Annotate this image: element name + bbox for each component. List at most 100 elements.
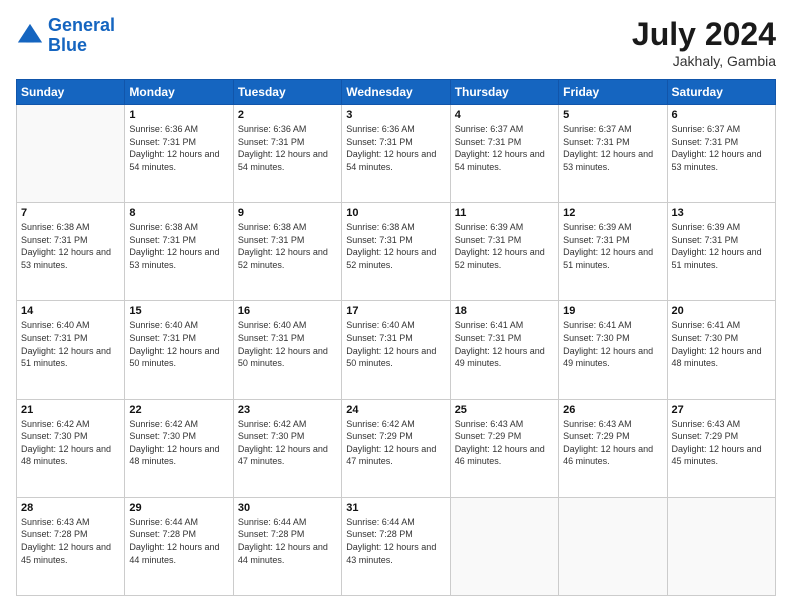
sunrise-text: Sunrise: 6:39 AM	[563, 222, 632, 232]
calendar-week-row: 14 Sunrise: 6:40 AM Sunset: 7:31 PM Dayligh…	[17, 301, 776, 399]
sunrise-text: Sunrise: 6:44 AM	[346, 517, 415, 527]
daylight-text: Daylight: 12 hours and 48 minutes.	[21, 444, 111, 467]
cell-info: Sunrise: 6:41 AMSunset: 7:30 PMDaylight:…	[563, 319, 662, 369]
sunrise-text: Sunrise: 6:40 AM	[129, 320, 198, 330]
sunrise-text: Sunrise: 6:43 AM	[21, 517, 90, 527]
table-row: 30Sunrise: 6:44 AMSunset: 7:28 PMDayligh…	[233, 497, 341, 595]
daylight-text: Daylight: 12 hours and 50 minutes.	[129, 346, 219, 369]
sunset-text: Sunset: 7:28 PM	[129, 529, 196, 539]
calendar-week-row: 7Sunrise: 6:38 AMSunset: 7:31 PMDaylight…	[17, 203, 776, 301]
table-row: 26 Sunrise: 6:43 AM Sunset: 7:29 PM Dayligh…	[559, 399, 667, 497]
day-number: 10	[346, 207, 445, 219]
cell-info: Sunrise: 6:43 AMSunset: 7:28 PMDaylight:…	[21, 516, 120, 566]
day-number: 22	[129, 404, 228, 416]
table-row: 31Sunrise: 6:44 AMSunset: 7:28 PMDayligh…	[342, 497, 450, 595]
day-number: 6	[672, 109, 771, 121]
cell-info: Sunrise: 6:42 AMSunset: 7:30 PMDaylight:…	[129, 418, 228, 468]
cell-info: Sunrise: 6:36 AMSunset: 7:31 PMDaylight:…	[346, 123, 445, 173]
location: Jakhaly, Gambia	[632, 53, 776, 69]
day-number: 16	[238, 305, 337, 317]
header: General Blue July 2024 Jakhaly, Gambia	[16, 16, 776, 69]
sunrise-text: Sunrise: 6:41 AM	[455, 320, 524, 330]
cell-info: Sunrise: 6:37 AMSunset: 7:31 PMDaylight:…	[563, 123, 662, 173]
table-row: 4Sunrise: 6:37 AMSunset: 7:31 PMDaylight…	[450, 105, 558, 203]
daylight-text: Daylight: 12 hours and 54 minutes.	[455, 149, 545, 172]
table-row: 29Sunrise: 6:44 AMSunset: 7:28 PMDayligh…	[125, 497, 233, 595]
day-number: 27	[672, 404, 771, 416]
col-sunday: Sunday	[17, 80, 125, 105]
month-year: July 2024	[632, 16, 776, 53]
logo: General Blue	[16, 16, 115, 56]
logo-line1: General	[48, 15, 115, 35]
table-row	[559, 497, 667, 595]
daylight-text: Daylight: 12 hours and 43 minutes.	[346, 542, 436, 565]
sunset-text: Sunset: 7:29 PM	[563, 431, 630, 441]
sunrise-text: Sunrise: 6:40 AM	[238, 320, 307, 330]
daylight-text: Daylight: 12 hours and 45 minutes.	[672, 444, 762, 467]
cell-info: Sunrise: 6:39 AMSunset: 7:31 PMDaylight:…	[455, 221, 554, 271]
sunrise-text: Sunrise: 6:44 AM	[238, 517, 307, 527]
table-row: 27Sunrise: 6:43 AMSunset: 7:29 PMDayligh…	[667, 399, 775, 497]
sunrise-text: Sunrise: 6:36 AM	[346, 124, 415, 134]
day-number: 4	[455, 109, 554, 121]
table-row: 15 Sunrise: 6:40 AM Sunset: 7:31 PM Dayligh…	[125, 301, 233, 399]
day-number: 1	[129, 109, 228, 121]
sunrise-text: Sunrise: 6:43 AM	[455, 419, 524, 429]
day-number: 26	[563, 404, 662, 416]
sunrise-text: Sunrise: 6:43 AM	[563, 419, 632, 429]
sunrise-text: Sunrise: 6:44 AM	[129, 517, 198, 527]
daylight-text: Daylight: 12 hours and 46 minutes.	[563, 444, 653, 467]
day-number: 14	[21, 305, 120, 317]
sunset-text: Sunset: 7:31 PM	[129, 333, 196, 343]
sunset-text: Sunset: 7:30 PM	[129, 431, 196, 441]
daylight-text: Daylight: 12 hours and 47 minutes.	[346, 444, 436, 467]
daylight-text: Daylight: 12 hours and 52 minutes.	[238, 247, 328, 270]
daylight-text: Daylight: 12 hours and 51 minutes.	[563, 247, 653, 270]
table-row: 16Sunrise: 6:40 AMSunset: 7:31 PMDayligh…	[233, 301, 341, 399]
table-row: 19 Sunrise: 6:41 AMSunset: 7:30 PMDayligh…	[559, 301, 667, 399]
table-row: 24Sunrise: 6:42 AMSunset: 7:29 PMDayligh…	[342, 399, 450, 497]
cell-info: Sunrise: 6:42 AMSunset: 7:30 PMDaylight:…	[21, 418, 120, 468]
sunset-text: Sunset: 7:30 PM	[672, 333, 739, 343]
cell-info: Sunrise: 6:38 AMSunset: 7:31 PMDaylight:…	[346, 221, 445, 271]
sunset-text: Sunset: 7:31 PM	[129, 235, 196, 245]
sunset-text: Sunset: 7:31 PM	[672, 137, 739, 147]
cell-info: Sunrise: 6:42 AMSunset: 7:29 PMDaylight:…	[346, 418, 445, 468]
table-row: 2Sunrise: 6:36 AMSunset: 7:31 PMDaylight…	[233, 105, 341, 203]
daylight-text: Daylight: 12 hours and 51 minutes.	[672, 247, 762, 270]
daylight-text: Daylight: 12 hours and 52 minutes.	[455, 247, 545, 270]
day-number: 15	[129, 305, 228, 317]
table-row: 10 Sunrise: 6:38 AMSunset: 7:31 PMDayligh…	[342, 203, 450, 301]
daylight-text: Daylight: 12 hours and 54 minutes.	[238, 149, 328, 172]
sunrise-text: Sunrise: 6:36 AM	[238, 124, 307, 134]
sunset-text: Sunset: 7:31 PM	[238, 137, 305, 147]
sunset-text: Sunset: 7:28 PM	[346, 529, 413, 539]
day-number: 19	[563, 305, 662, 317]
daylight-text: Daylight: 12 hours and 49 minutes.	[455, 346, 545, 369]
cell-info: Sunrise: 6:38 AMSunset: 7:31 PMDaylight:…	[129, 221, 228, 271]
table-row: 18Sunrise: 6:41 AMSunset: 7:31 PMDayligh…	[450, 301, 558, 399]
sunset-text: Sunset: 7:29 PM	[346, 431, 413, 441]
table-row: 11Sunrise: 6:39 AMSunset: 7:31 PMDayligh…	[450, 203, 558, 301]
sunset-text: Sunset: 7:31 PM	[455, 333, 522, 343]
sunset-text: Sunset: 7:31 PM	[455, 235, 522, 245]
day-number: 23	[238, 404, 337, 416]
cell-info: Sunrise: 6:44 AMSunset: 7:28 PMDaylight:…	[129, 516, 228, 566]
cell-info: Sunrise: 6:36 AMSunset: 7:31 PMDaylight:…	[129, 123, 228, 173]
day-number: 20	[672, 305, 771, 317]
daylight-text: Daylight: 12 hours and 52 minutes.	[346, 247, 436, 270]
daylight-text: Daylight: 12 hours and 47 minutes.	[238, 444, 328, 467]
calendar-week-row: 1Sunrise: 6:36 AMSunset: 7:31 PMDaylight…	[17, 105, 776, 203]
day-number: 28	[21, 502, 120, 514]
daylight-text: Daylight: 12 hours and 45 minutes.	[21, 542, 111, 565]
sunrise-text: Sunrise: 6:41 AM	[563, 320, 632, 330]
day-number: 21	[21, 404, 120, 416]
sunset-text: Sunset: 7:31 PM	[346, 333, 413, 343]
daylight-text: Daylight: 12 hours and 46 minutes.	[455, 444, 545, 467]
daylight-text: Daylight: 12 hours and 50 minutes.	[238, 346, 328, 369]
daylight-text: Daylight: 12 hours and 54 minutes.	[129, 149, 219, 172]
sunrise-text: Sunrise: 6:38 AM	[21, 222, 90, 232]
sunset-text: Sunset: 7:31 PM	[346, 137, 413, 147]
cell-info: Sunrise: 6:37 AMSunset: 7:31 PMDaylight:…	[672, 123, 771, 173]
sunset-text: Sunset: 7:31 PM	[129, 137, 196, 147]
